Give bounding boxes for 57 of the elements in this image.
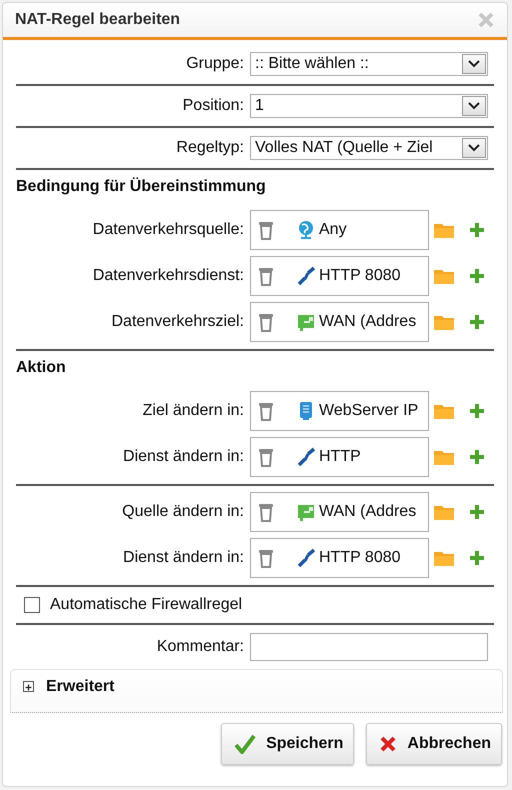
folder-icon[interactable]	[433, 402, 455, 420]
folder-icon[interactable]	[433, 267, 455, 285]
checkbox[interactable]	[24, 597, 40, 613]
dropdown[interactable]: :: Bitte wählen ::	[250, 52, 488, 76]
field-label: Quelle ändern in:	[121, 503, 245, 521]
field-label: Datenverkehrsdienst:	[92, 267, 245, 285]
object-field[interactable]: WebServer IP	[250, 391, 429, 431]
cable-icon	[297, 548, 315, 568]
object-field[interactable]: HTTP 8080	[250, 538, 429, 578]
field-label: Position:	[182, 97, 245, 115]
network-card-icon	[297, 502, 315, 522]
trash-icon[interactable]	[257, 447, 275, 467]
section-heading: Bedingung für Übereinstimmung	[16, 176, 267, 197]
chevron-icon	[468, 144, 480, 152]
comment-field[interactable]	[250, 633, 488, 661]
object-field[interactable]: WAN (Addres	[250, 492, 429, 532]
field-label: Datenverkehrsquelle:	[92, 221, 245, 239]
dropdown[interactable]: 1	[250, 94, 488, 118]
chevron-icon	[468, 60, 480, 68]
save-button[interactable]: Speichern	[221, 723, 354, 765]
section-heading: Aktion	[16, 358, 67, 378]
field-label: Datenverkehrsziel:	[110, 313, 245, 331]
object-field[interactable]: HTTP 8080	[250, 256, 429, 296]
checkbox-label: Automatische Firewallregel	[50, 596, 242, 614]
close-icon[interactable]	[477, 11, 495, 29]
trash-icon[interactable]	[257, 220, 275, 240]
checkmark-icon	[234, 734, 256, 754]
trash-icon[interactable]	[257, 502, 275, 522]
object-field[interactable]: HTTP	[250, 437, 429, 477]
object-field[interactable]: Any	[250, 210, 429, 250]
field-label: Regeltyp:	[175, 139, 245, 157]
field-label: Dienst ändern in:	[122, 549, 245, 567]
server-icon	[297, 401, 315, 421]
field-label: Gruppe:	[185, 55, 245, 73]
chevron-icon	[468, 102, 480, 110]
folder-icon[interactable]	[433, 503, 455, 521]
panel-heading[interactable]: Erweitert	[46, 678, 114, 696]
network-card-icon	[297, 312, 315, 332]
plus-icon[interactable]	[24, 682, 33, 693]
folder-icon[interactable]	[433, 313, 455, 331]
folder-icon[interactable]	[433, 221, 455, 239]
close-icon	[379, 735, 398, 753]
folder-icon[interactable]	[433, 448, 455, 466]
cable-icon	[297, 266, 315, 286]
trash-icon[interactable]	[257, 548, 275, 568]
dropdown[interactable]: Volles NAT (Quelle + Ziel	[250, 136, 488, 160]
cable-icon	[297, 447, 315, 467]
trash-icon[interactable]	[257, 266, 275, 286]
field-label: Dienst ändern in:	[122, 448, 245, 466]
trash-icon[interactable]	[257, 401, 275, 421]
folder-icon[interactable]	[433, 549, 455, 567]
field-label: Ziel ändern in:	[142, 402, 245, 420]
window-title: NAT-Regel bearbeiten	[15, 11, 180, 29]
cancel-button[interactable]: Abbrechen	[366, 723, 502, 765]
field-label: Kommentar:	[156, 638, 245, 656]
object-field[interactable]: WAN (Addres	[250, 302, 429, 342]
trash-icon[interactable]	[257, 312, 275, 332]
